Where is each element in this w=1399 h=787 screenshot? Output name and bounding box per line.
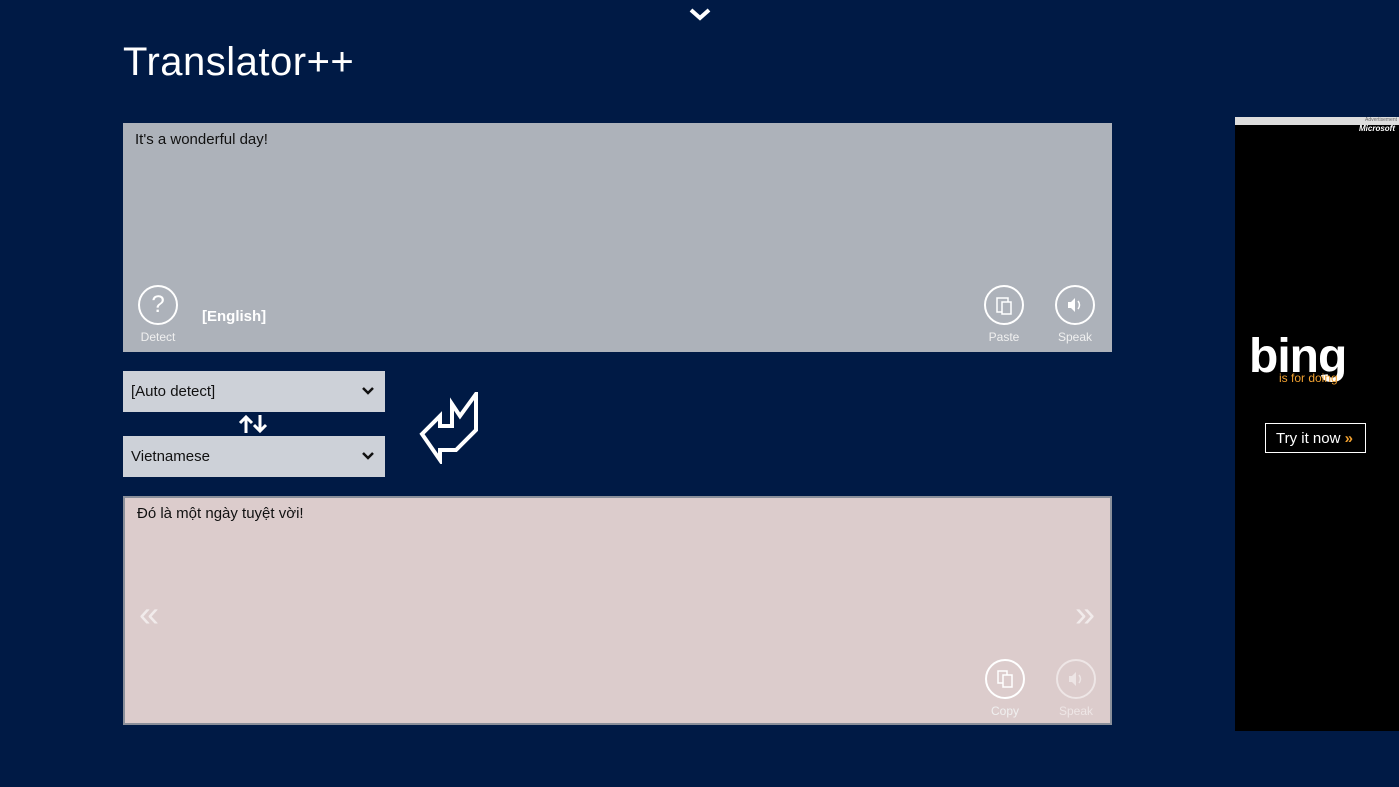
source-language-value: [Auto detect]	[131, 383, 216, 400]
detect-label: Detect	[140, 330, 176, 344]
source-language-select[interactable]: [Auto detect]	[123, 371, 385, 412]
next-arrow-icon[interactable]: »	[1075, 593, 1095, 635]
source-text-panel[interactable]: It's a wonderful day! ? Detect [English]…	[123, 123, 1112, 352]
swap-languages-icon[interactable]	[238, 414, 270, 434]
target-language-select[interactable]: Vietnamese	[123, 436, 385, 477]
copy-button[interactable]: Copy	[970, 659, 1040, 718]
speaker-icon	[1055, 285, 1095, 325]
source-text-input[interactable]: It's a wonderful day!	[135, 131, 268, 148]
speak-label: Speak	[1057, 330, 1093, 344]
paste-button[interactable]: Paste	[969, 285, 1039, 344]
cta-label: Try it now	[1276, 430, 1341, 447]
chevron-down-icon	[362, 452, 374, 460]
ad-sponsor: Microsoft	[1359, 124, 1395, 133]
ad-tagline: is for doing	[1279, 371, 1338, 385]
page-title: Translator++	[123, 40, 355, 84]
try-it-now-button[interactable]: Try it now »	[1265, 423, 1366, 453]
detect-button[interactable]: ? Detect	[137, 285, 207, 344]
translation-output-panel: Đó là một ngày tuyệt vời! « » Copy Speak	[123, 496, 1112, 725]
paste-icon	[984, 285, 1024, 325]
translate-button[interactable]	[418, 392, 482, 464]
question-icon: ?	[138, 285, 178, 325]
paste-label: Paste	[988, 330, 1020, 344]
copy-icon	[985, 659, 1025, 699]
translation-text: Đó là một ngày tuyệt vời!	[137, 505, 304, 522]
speak-label: Speak	[1058, 704, 1094, 718]
speak-output-button[interactable]: Speak	[1041, 659, 1111, 718]
chevron-down-icon	[362, 387, 374, 395]
copy-label: Copy	[990, 704, 1019, 718]
speaker-icon	[1056, 659, 1096, 699]
speak-source-button[interactable]: Speak	[1040, 285, 1110, 344]
advertisement-panel[interactable]: Advertisement Microsoft bing is for doin…	[1235, 117, 1399, 731]
target-language-value: Vietnamese	[131, 448, 210, 465]
detected-language: [English]	[202, 308, 267, 325]
double-chevron-icon: »	[1344, 430, 1353, 447]
app-bar-chevron-icon[interactable]	[688, 4, 712, 24]
previous-arrow-icon[interactable]: «	[139, 593, 159, 635]
